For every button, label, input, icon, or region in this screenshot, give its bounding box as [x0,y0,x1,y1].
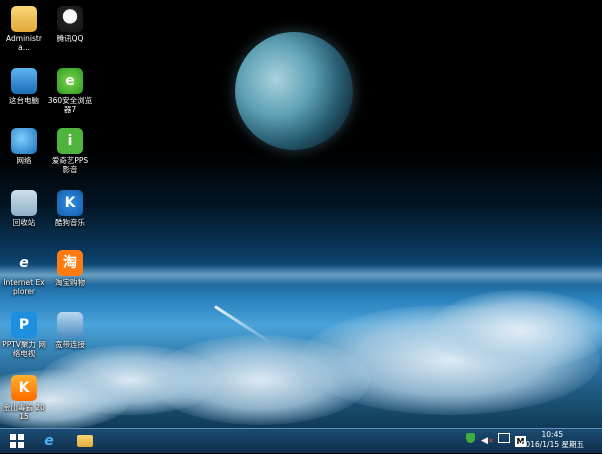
desktop-icon-label: 360安全浏览器7 [47,96,93,114]
kingsoft-icon: K [11,375,37,401]
ie-icon: e [44,433,54,449]
taskbar: e ◀✕ M 10:45 2016/1/15 星期五 [0,428,602,453]
windows-logo-icon [10,434,24,448]
taskbar-clock[interactable]: 10:45 2016/1/15 星期五 [521,430,584,450]
desktop-icon-qq[interactable]: 腾讯QQ [47,6,93,43]
clock-date: 2016/1/15 星期五 [520,440,584,449]
desktop-icon-label: Administra... [6,34,42,52]
desktop-icon-label: 这台电脑 [9,96,39,105]
desktop-icon-label: PPTV聚力 网络电视 [2,340,46,358]
pptv-icon: P [11,312,37,338]
desktop-icon-label: 金山毒霸 2015 [3,403,45,421]
cloud [430,290,602,370]
network-icon [11,128,37,154]
360-browser-icon: e [57,68,83,94]
iqiyi-icon: i [57,128,83,154]
desktop-icon-pptv[interactable]: P PPTV聚力 网络电视 [1,312,47,358]
clock-time: 10:45 [541,430,564,439]
desktop-icon-label: 爱奇艺PPS 影音 [51,156,89,174]
desktop-icon-administrator[interactable]: Administra... [1,6,47,52]
desktop-icon-360-browser[interactable]: e 360安全浏览器7 [47,68,93,114]
desktop-icon-broadband[interactable]: 宽带连接 [47,312,93,349]
recycle-bin-icon [11,190,37,216]
broadband-icon [57,312,83,338]
desktop-icon-label: 腾讯QQ [56,34,84,43]
speaker-muted-icon: ◀ [481,436,488,446]
folder-icon [77,435,93,447]
desktop-icon-label: 回收站 [12,218,36,227]
desktop-icon-label: 宽带连接 [55,340,85,349]
tray-security-icon[interactable] [466,433,475,449]
computer-icon [11,68,37,94]
shield-icon [466,433,475,443]
desktop-icon-this-pc[interactable]: 这台电脑 [1,68,47,105]
desktop-icon-iqiyi[interactable]: i 爱奇艺PPS 影音 [47,128,93,174]
taobao-icon: 淘 [57,250,83,276]
taskbar-file-explorer-button[interactable] [72,431,98,451]
desktop-icon-label: Internet Explorer [3,278,45,296]
network-tray-icon [498,433,510,443]
mute-x-icon: ✕ [487,437,494,445]
desktop-icon-network[interactable]: 网络 [1,128,47,165]
qq-icon [57,6,83,32]
planet-image [235,32,353,150]
tray-network-icon[interactable] [498,433,510,449]
desktop-icon-kugou[interactable]: K 酷狗音乐 [47,190,93,227]
desktop-icon-label: 网络 [16,156,32,165]
desktop-icon-label: 酷狗音乐 [55,218,85,227]
desktop-icon-label: 淘宝购物 [55,278,85,287]
desktop-icon-internet-explorer[interactable]: e Internet Explorer [1,250,47,296]
taskbar-ie-button[interactable]: e [36,431,62,451]
ie-icon: e [19,255,29,271]
tray-volume-icon[interactable]: ◀✕ [481,433,494,449]
start-button[interactable] [4,431,30,451]
folder-icon [11,6,37,32]
desktop-icon-kingsoft[interactable]: K 金山毒霸 2015 [1,375,47,421]
kugou-icon: K [57,190,83,216]
desktop-icon-recycle-bin[interactable]: 回收站 [1,190,47,227]
desktop-icon-taobao[interactable]: 淘 淘宝购物 [47,250,93,287]
